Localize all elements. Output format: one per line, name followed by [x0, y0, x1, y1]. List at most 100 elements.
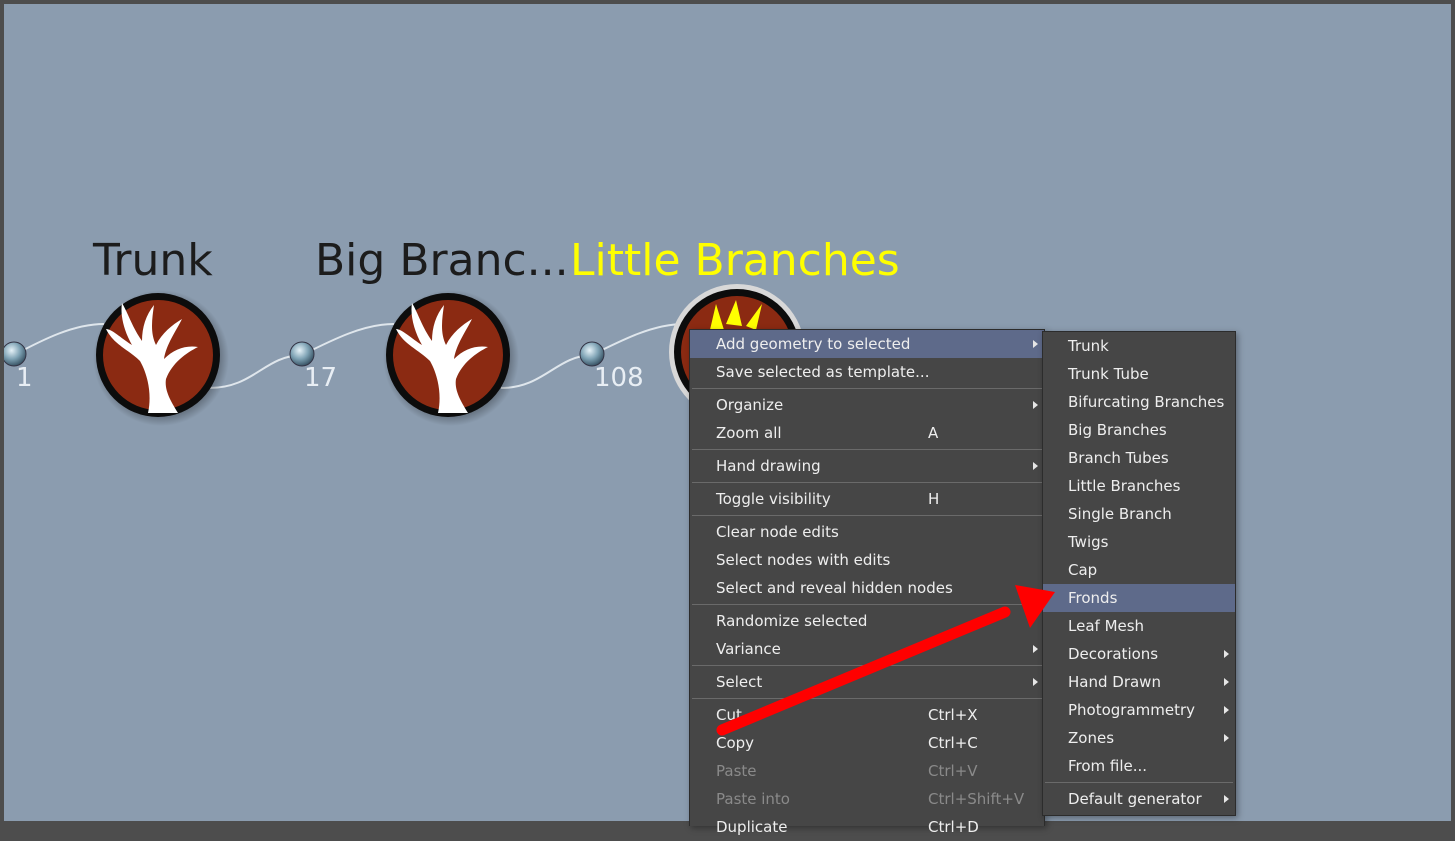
menu-item-label: Trunk	[1068, 337, 1109, 355]
menu-separator	[692, 482, 1042, 483]
menu-item-label: Single Branch	[1068, 505, 1172, 523]
submenu-arrow-icon	[1033, 645, 1038, 653]
menu-item-label: Trunk Tube	[1068, 365, 1149, 383]
menu-item-label: Clear node edits	[716, 523, 839, 541]
menu-item-label: Copy	[716, 734, 755, 752]
menu-item-duplicate[interactable]: Duplicate Ctrl+D	[690, 813, 1044, 841]
context-menu: Add geometry to selected Save selected a…	[689, 329, 1045, 836]
menu-item-label: Fronds	[1068, 589, 1118, 607]
menu-item-label: Add geometry to selected	[716, 335, 911, 353]
submenu-arrow-icon	[1033, 401, 1038, 409]
menu-item-label: Select nodes with edits	[716, 551, 891, 569]
node-big-branches[interactable]	[383, 290, 519, 426]
menu-item-label: Randomize selected	[716, 612, 868, 630]
submenu-item-decorations[interactable]: Decorations	[1043, 640, 1235, 668]
submenu-item-trunk-tube[interactable]: Trunk Tube	[1043, 360, 1235, 388]
submenu-item-fronds[interactable]: Fronds	[1043, 584, 1235, 612]
menu-item-label: Hand drawing	[716, 457, 821, 475]
menu-item-label: Organize	[716, 396, 784, 414]
submenu-arrow-icon	[1224, 795, 1229, 803]
menu-item-organize[interactable]: Organize	[690, 391, 1044, 419]
menu-item-paste: Paste Ctrl+V	[690, 757, 1044, 785]
menu-item-label: From file...	[1068, 757, 1148, 775]
submenu-arrow-icon	[1033, 678, 1038, 686]
geometry-submenu: Trunk Trunk Tube Bifurcating Branches Bi…	[1042, 331, 1236, 816]
menu-item-clear-node-edits[interactable]: Clear node edits	[690, 518, 1044, 546]
submenu-item-single-branch[interactable]: Single Branch	[1043, 500, 1235, 528]
menu-item-label: Leaf Mesh	[1068, 617, 1145, 635]
menu-item-label: Bifurcating Branches	[1068, 393, 1225, 411]
menu-item-label: Zones	[1068, 729, 1115, 747]
port-count-label: 1	[16, 363, 33, 393]
node-title-little-branches: Little Branches	[570, 235, 900, 286]
menu-item-select-nodes-with-edits[interactable]: Select nodes with edits	[690, 546, 1044, 574]
menu-item-select[interactable]: Select	[690, 668, 1044, 696]
submenu-arrow-icon	[1033, 340, 1038, 348]
menu-separator	[692, 665, 1042, 666]
submenu-item-hand-drawn[interactable]: Hand Drawn	[1043, 668, 1235, 696]
menu-separator	[692, 604, 1042, 605]
submenu-item-trunk[interactable]: Trunk	[1043, 332, 1235, 360]
menu-item-label: Cap	[1068, 561, 1098, 579]
submenu-arrow-icon	[1224, 706, 1229, 714]
menu-item-label: Variance	[716, 640, 781, 658]
submenu-arrow-icon	[1224, 650, 1229, 658]
submenu-item-photogrammetry[interactable]: Photogrammetry	[1043, 696, 1235, 724]
menu-item-label: Decorations	[1068, 645, 1159, 663]
menu-item-toggle-visibility[interactable]: Toggle visibility H	[690, 485, 1044, 513]
submenu-item-leaf-mesh[interactable]: Leaf Mesh	[1043, 612, 1235, 640]
submenu-item-bifurcating-branches[interactable]: Bifurcating Branches	[1043, 388, 1235, 416]
menu-item-select-reveal-hidden[interactable]: Select and reveal hidden nodes	[690, 574, 1044, 602]
submenu-item-branch-tubes[interactable]: Branch Tubes	[1043, 444, 1235, 472]
menu-item-randomize-selected[interactable]: Randomize selected	[690, 607, 1044, 635]
shortcut-label: Ctrl+D	[928, 818, 979, 836]
menu-item-label: Twigs	[1068, 533, 1109, 551]
menu-item-label: Little Branches	[1068, 477, 1181, 495]
submenu-item-default-generator[interactable]: Default generator	[1043, 785, 1235, 813]
submenu-item-little-branches[interactable]: Little Branches	[1043, 472, 1235, 500]
menu-item-variance[interactable]: Variance	[690, 635, 1044, 663]
menu-item-label: Hand Drawn	[1068, 673, 1161, 691]
menu-item-label: Paste	[716, 762, 757, 780]
menu-item-label: Big Branches	[1068, 421, 1167, 439]
menu-item-copy[interactable]: Copy Ctrl+C	[690, 729, 1044, 757]
menu-item-hand-drawing[interactable]: Hand drawing	[690, 452, 1044, 480]
menu-item-save-template[interactable]: Save selected as template...	[690, 358, 1044, 386]
submenu-item-cap[interactable]: Cap	[1043, 556, 1235, 584]
menu-item-label: Select	[716, 673, 763, 691]
menu-item-add-geometry[interactable]: Add geometry to selected	[690, 330, 1044, 358]
menu-item-label: Cut	[716, 706, 742, 724]
menu-item-label: Duplicate	[716, 818, 788, 836]
submenu-arrow-icon	[1033, 462, 1038, 470]
menu-separator	[692, 515, 1042, 516]
menu-item-label: Toggle visibility	[716, 490, 831, 508]
menu-item-cut[interactable]: Cut Ctrl+X	[690, 701, 1044, 729]
submenu-item-twigs[interactable]: Twigs	[1043, 528, 1235, 556]
submenu-item-zones[interactable]: Zones	[1043, 724, 1235, 752]
shortcut-label: H	[928, 490, 940, 508]
menu-item-label: Zoom all	[716, 424, 782, 442]
node-title-big-branches: Big Branc...	[315, 235, 569, 286]
submenu-item-big-branches[interactable]: Big Branches	[1043, 416, 1235, 444]
menu-item-label: Save selected as template...	[716, 363, 930, 381]
menu-item-paste-into: Paste into Ctrl+Shift+V	[690, 785, 1044, 813]
node-title-trunk: Trunk	[93, 235, 213, 286]
port-count-label: 108	[594, 363, 644, 393]
submenu-arrow-icon	[1224, 678, 1229, 686]
menu-item-zoom-all[interactable]: Zoom all A	[690, 419, 1044, 447]
shortcut-label: Ctrl+C	[928, 734, 978, 752]
shortcut-label: Ctrl+V	[928, 762, 978, 780]
node-trunk[interactable]	[93, 290, 229, 426]
menu-item-label: Default generator	[1068, 790, 1202, 808]
shortcut-label: A	[928, 424, 939, 442]
menu-separator	[692, 698, 1042, 699]
menu-item-label: Select and reveal hidden nodes	[716, 579, 953, 597]
submenu-item-from-file[interactable]: From file...	[1043, 752, 1235, 780]
menu-separator	[1045, 782, 1233, 783]
submenu-arrow-icon	[1224, 734, 1229, 742]
wire	[13, 323, 105, 356]
menu-item-label: Paste into	[716, 790, 790, 808]
port-count-label: 17	[304, 363, 338, 393]
menu-separator	[692, 388, 1042, 389]
shortcut-label: Ctrl+X	[928, 706, 978, 724]
